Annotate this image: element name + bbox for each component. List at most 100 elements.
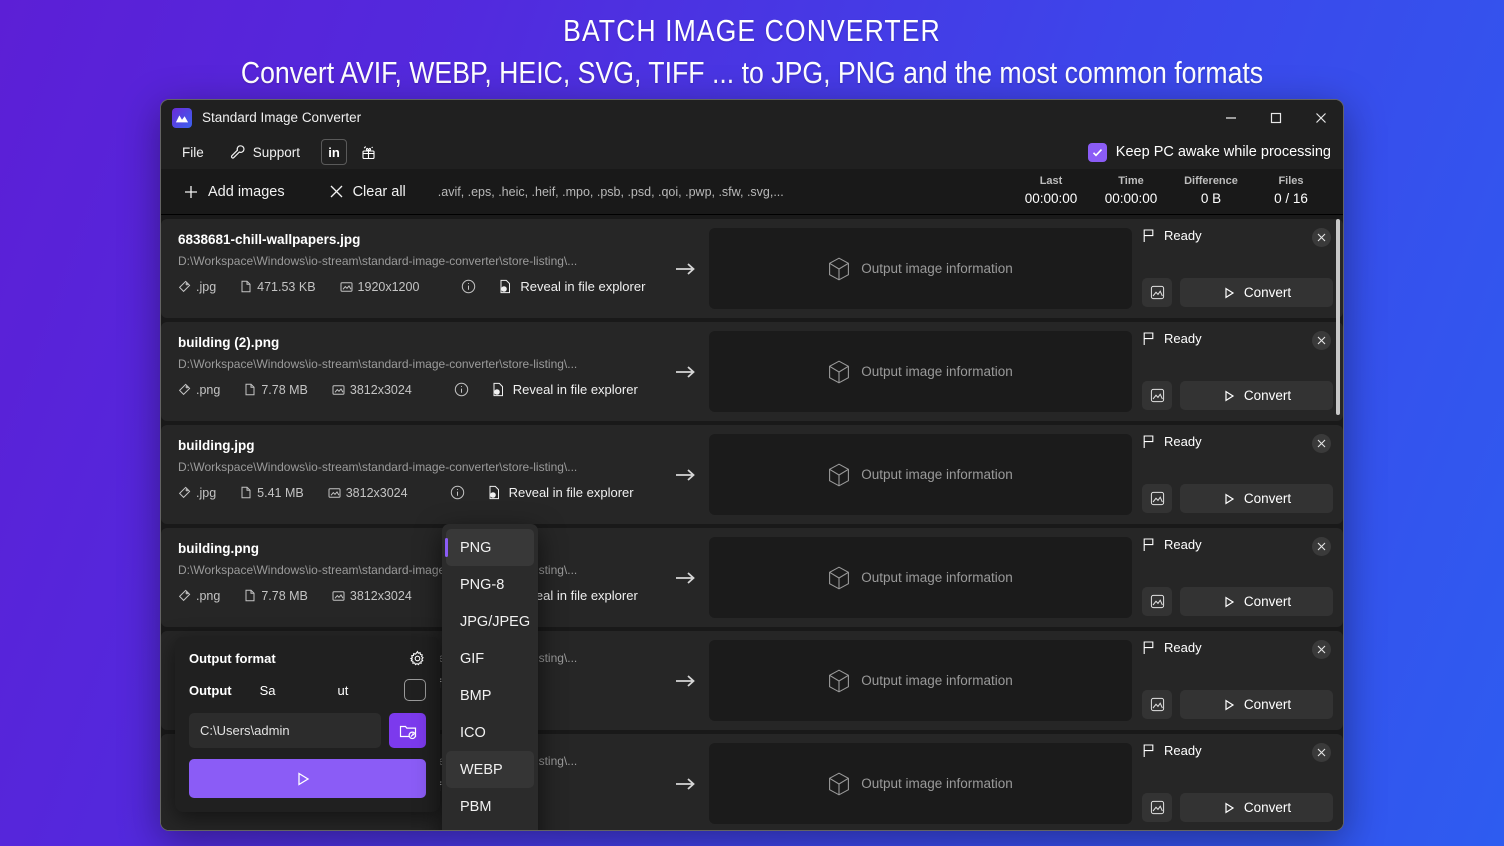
list-scrollbar[interactable] <box>1336 219 1340 415</box>
convert-button[interactable]: Convert <box>1180 381 1333 410</box>
menu-file[interactable]: File <box>173 139 213 165</box>
info-icon[interactable] <box>450 485 465 500</box>
preview-image-button[interactable] <box>1142 381 1172 410</box>
dropdown-option[interactable]: PNG <box>445 529 534 566</box>
app-window: Standard Image Converter File Support in… <box>160 99 1344 831</box>
convert-button[interactable]: Convert <box>1180 484 1333 513</box>
folder-browse-icon[interactable] <box>389 713 426 748</box>
close-button[interactable] <box>1298 100 1343 135</box>
row-status-column: Ready Convert <box>1138 425 1343 524</box>
output-format-dropdown[interactable]: PNGPNG-8JPG/JPEGGIFBMPICOWEBPPBMPCXWBMP <box>442 524 538 830</box>
dropdown-option[interactable]: PNG-8 <box>446 566 534 603</box>
info-icon[interactable] <box>461 279 476 294</box>
file-name: building.jpg <box>178 438 255 453</box>
table-row[interactable]: building (2).png D:\Workspace\Windows\io… <box>161 322 1343 421</box>
dropdown-option[interactable]: WEBP <box>446 751 534 788</box>
box-icon <box>828 463 850 487</box>
add-images-label: Add images <box>208 183 285 200</box>
convert-button[interactable]: Convert <box>1180 278 1333 307</box>
file-size-chip: 5.41 MB <box>240 486 304 500</box>
play-icon <box>1222 286 1236 300</box>
maximize-button[interactable] <box>1253 100 1298 135</box>
wrench-icon <box>230 144 246 160</box>
table-row[interactable]: building.jpg D:\Workspace\Windows\io-str… <box>161 425 1343 524</box>
flag-icon <box>1142 434 1156 449</box>
gear-icon[interactable] <box>409 650 426 667</box>
file-size-label: 7.78 MB <box>261 588 308 603</box>
dropdown-option-label: ICO <box>460 724 486 741</box>
menu-file-label: File <box>182 144 204 160</box>
dropdown-option-label: JPG/JPEG <box>460 613 531 630</box>
preview-image-button[interactable] <box>1142 587 1172 616</box>
remove-row-button[interactable] <box>1312 228 1331 247</box>
table-row[interactable]: building.png D:\Workspace\Windows\io-str… <box>161 528 1343 627</box>
add-images-button[interactable]: Add images <box>173 179 295 205</box>
output-subfolder-checkbox[interactable] <box>404 679 426 701</box>
remove-row-button[interactable] <box>1312 331 1331 350</box>
convert-button[interactable]: Convert <box>1180 587 1333 616</box>
preview-image-button[interactable] <box>1142 793 1172 822</box>
minimize-button[interactable] <box>1208 100 1253 135</box>
remove-row-button[interactable] <box>1312 434 1331 453</box>
promo-banner: BATCH IMAGE CONVERTER Convert AVIF, WEBP… <box>0 0 1504 93</box>
row-actions: Convert <box>1142 484 1333 513</box>
menu-support[interactable]: Support <box>221 139 309 165</box>
image-icon <box>340 281 353 293</box>
file-extension-label: .png <box>196 382 221 397</box>
file-dimensions-label: 3812x3024 <box>345 485 408 500</box>
convert-button[interactable]: Convert <box>1180 690 1333 719</box>
remove-row-button[interactable] <box>1312 743 1331 762</box>
reveal-in-file-explorer-button[interactable]: Reveal in file explorer <box>498 279 645 294</box>
gift-icon[interactable] <box>355 139 381 165</box>
linkedin-icon[interactable]: in <box>321 139 348 165</box>
dropdown-option[interactable]: JPG/JPEG <box>446 603 534 640</box>
flag-icon <box>1142 743 1156 758</box>
remove-row-button[interactable] <box>1312 537 1331 556</box>
dropdown-option[interactable]: PCX <box>446 825 534 830</box>
play-icon <box>1222 698 1236 712</box>
dropdown-option[interactable]: BMP <box>446 677 534 714</box>
file-meta: .jpg 5.41 MB 3812x3024 Reveal in file ex… <box>178 485 661 500</box>
info-icon[interactable] <box>454 382 469 397</box>
menu-support-label: Support <box>252 144 301 160</box>
status-label: Ready <box>1164 434 1202 449</box>
convert-label: Convert <box>1243 285 1292 300</box>
reveal-in-file-explorer-button[interactable]: Reveal in file explorer <box>491 382 638 397</box>
file-meta: .png 7.78 MB 3812x3024 Reveal in file ex… <box>178 588 661 603</box>
dropdown-option-label: BMP <box>460 687 492 704</box>
row-status-column: Ready Convert <box>1138 322 1343 421</box>
file-meta: .png 7.78 MB 3812x3024 Reveal in file ex… <box>178 382 661 397</box>
remove-row-button[interactable] <box>1312 640 1331 659</box>
box-icon <box>828 257 850 281</box>
transform-arrow-icon <box>661 631 709 730</box>
box-icon <box>828 669 850 693</box>
dropdown-option[interactable]: ICO <box>446 714 534 751</box>
output-path-row: C:\Users\admin <box>189 713 426 748</box>
convert-button[interactable]: Convert <box>1180 793 1333 822</box>
output-save-label: Sa <box>259 682 276 698</box>
title-bar: Standard Image Converter <box>161 100 1343 135</box>
clear-all-button[interactable]: Clear all <box>319 179 416 205</box>
box-icon <box>828 772 850 796</box>
file-size-chip: 471.53 KB <box>240 280 316 294</box>
transform-arrow-icon <box>661 425 709 524</box>
preview-image-button[interactable] <box>1142 690 1172 719</box>
preview-image-button[interactable] <box>1142 484 1172 513</box>
start-conversion-button[interactable] <box>189 759 426 798</box>
output-placeholder-label: Output image information <box>861 776 1013 791</box>
keep-pc-awake-checkbox[interactable] <box>1087 142 1107 162</box>
document-icon <box>244 589 256 602</box>
output-path-input[interactable]: C:\Users\admin <box>189 713 381 748</box>
row-output-column: Output image information <box>709 528 1138 627</box>
dropdown-option[interactable]: GIF <box>446 640 534 677</box>
dropdown-option[interactable]: PBM <box>446 788 534 825</box>
keep-pc-awake-toggle[interactable]: Keep PC awake while processing <box>1087 142 1331 162</box>
file-dimensions-label: 3812x3024 <box>349 588 412 603</box>
table-row[interactable]: 6838681-chill-wallpapers.jpg D:\Workspac… <box>161 219 1343 318</box>
preview-image-button[interactable] <box>1142 278 1172 307</box>
convert-label: Convert <box>1243 388 1292 403</box>
reveal-in-file-explorer-button[interactable]: Reveal in file explorer <box>487 485 634 500</box>
stat-difference-value: 0 B <box>1200 191 1222 207</box>
file-extension-label: .jpg <box>196 485 217 500</box>
banner-title: BATCH IMAGE CONVERTER <box>563 13 941 48</box>
